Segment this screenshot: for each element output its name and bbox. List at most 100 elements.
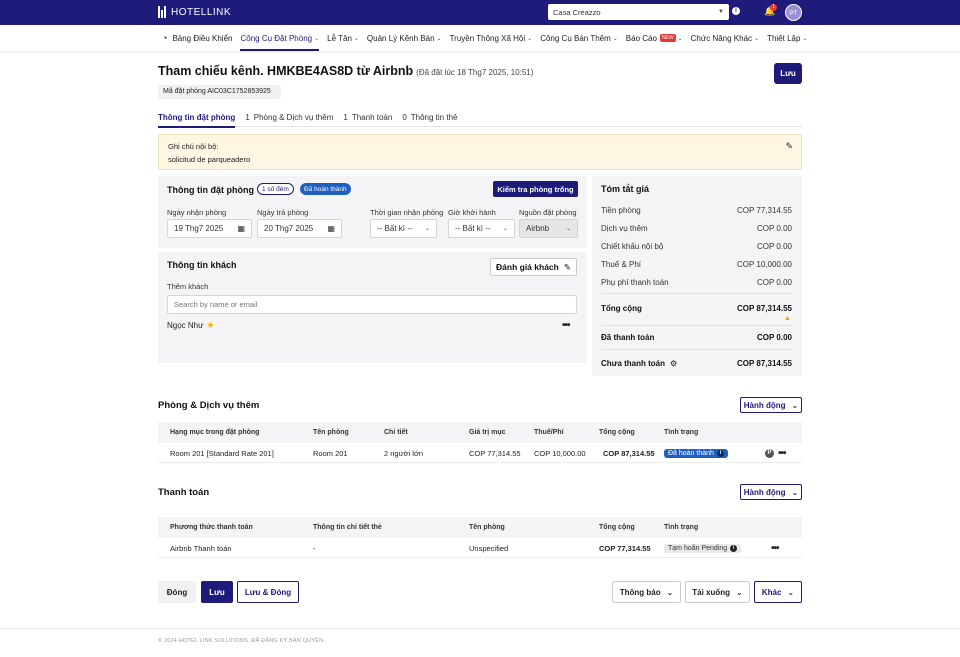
room-total: COP 87,314.55 [603,448,655,458]
price-summary-title: Tóm tắt giá [601,184,650,194]
p-icon[interactable]: P [765,448,774,458]
info-icon[interactable]: i [716,449,724,457]
tab-2[interactable]: 1 Thanh toán [343,108,392,127]
rooms-section-title: Phòng & Dịch vụ thêm [158,400,260,411]
download-button[interactable]: Tải xuống ⌄ [685,581,750,603]
info-icon[interactable]: i [730,544,738,552]
room-status: Đã hoàn thành [668,449,714,457]
rooms-action-label: Hành động [743,400,786,410]
guest-more-icon[interactable]: ••• [562,320,570,331]
payments-action-button[interactable]: Hành động ⌄ [740,484,802,500]
edit-note-icon[interactable]: ✎ [785,140,793,153]
chevron-down-icon: ▼ [718,9,724,15]
table-row[interactable]: Airbnb Thanh toán - Unspecified COP 77,3… [158,539,802,558]
paid-value: COP 0.00 [757,333,792,342]
gear-icon[interactable]: ⚙ [670,359,677,368]
hotel-select[interactable]: Casa Creazzo ▼ [548,4,729,20]
guest-search-input[interactable] [167,295,577,314]
summary-row: Dịch vụ thêm COP 0.00 [601,224,792,233]
table-row[interactable]: Room 201 [Standard Rate 201] Room 201 2 … [158,444,802,463]
source-value: Airbnb [526,224,550,233]
checkin-date-field[interactable]: 19 Thg7 2025 ▦ [167,219,252,238]
nav-items: ◔ Bảng Điều Khiển Công Cụ Đặt Phòng ⌄ Lễ Tân… [158,25,811,51]
tab-0[interactable]: Thông tin đặt phòng [158,108,236,128]
tab-label: Phòng & Dịch vụ thêm [253,113,334,122]
chevron-down-icon: ⌄ [314,35,320,42]
nav-item-0[interactable]: ◔ Bảng Điều Khiển [158,25,236,51]
warning-icon[interactable]: ▲ [784,315,791,322]
avatar[interactable]: PT [785,4,802,21]
guest-name: Ngọc Như [167,321,204,330]
summary-divider [601,325,792,326]
copyright: © 2024 HOTEL LINK SOLUTIONS. ĐÃ ĐĂNG KÝ … [158,638,325,644]
tab-count: 0 [402,113,407,122]
payment-room: Unspecified [469,543,509,553]
notify-button[interactable]: Thông báo ⌄ [612,581,681,603]
summary-row-value: COP 0.00 [757,278,792,287]
payment-more-icon[interactable]: ••• [771,539,779,557]
review-guest-button[interactable]: Đánh giá khách ✎ [490,258,577,276]
save-button-top[interactable]: Lưu [774,63,802,84]
payment-method: Airbnb Thanh toán [170,543,232,553]
payments-table-header: Phương thức thanh toán Thông tin chi tiết… [158,517,802,538]
save-button[interactable]: Lưu [201,581,233,603]
close-button[interactable]: Đóng [158,581,196,603]
payments-action-label: Hành động [743,487,786,497]
chevron-down-icon: ⌄ [802,35,808,42]
column-header: Thông tin chi tiết thẻ [313,524,382,531]
nav-item-7[interactable]: Chức Năng Khác ⌄ [687,25,763,51]
tab-label: Thanh toán [351,113,393,122]
room-more-icon[interactable]: ••• [778,444,786,462]
payment-status-cell: Tạm hoãn Pending i [664,539,742,557]
new-badge: NEW [659,34,676,42]
brand-logo[interactable]: HOTELLINK [158,6,231,18]
save-close-button[interactable]: Lưu & Đóng [237,581,299,603]
summary-paid: Đã thanh toán COP 0.00 [601,333,792,342]
guest-entry[interactable]: Ngọc Như ★ [167,320,215,331]
payment-status: Tạm hoãn Pending [668,544,728,552]
nav-item-5[interactable]: Công Cụ Bán Thêm ⌄ [536,25,622,51]
chevron-down-icon: ⌄ [677,35,683,42]
checkout-date-field[interactable]: 20 Thg7 2025 ▦ [257,219,342,238]
info-icon[interactable]: i [732,7,740,15]
booking-info-title: Thông tin đặt phòng [167,185,254,195]
nav-item-3[interactable]: Quản Lý Kênh Bán ⌄ [363,25,446,51]
dashboard-icon: ◔ [162,33,168,43]
room-value: COP 77,314.55 [469,448,521,458]
summary-row: Thuế & Phí COP 10,000.00 [601,260,792,269]
checkin-time-select[interactable]: -- Bất kì -- ⌄ [370,219,437,238]
column-header: Tên phòng [469,524,505,531]
nav-item-label: Quản Lý Kênh Bán [366,33,435,43]
tab-1[interactable]: 1 Phòng & Dịch vụ thêm [245,108,333,127]
source-select: Airbnb ⌄ [519,219,578,238]
summary-row-label: Phụ phí thanh toán [601,278,669,287]
chevron-down-icon: ⌄ [612,35,618,42]
summary-total: Tổng cộng COP 87,314.55 [601,304,792,313]
nav-item-2[interactable]: Lễ Tân ⌄ [323,25,363,51]
nav-item-8[interactable]: Thiết Lập ⌄ [763,25,811,51]
nav-item-4[interactable]: Truyền Thông Xã Hội ⌄ [446,25,537,51]
star-icon: ★ [206,320,215,330]
chevron-down-icon: ⌄ [502,226,508,232]
other-label: Khác [761,587,782,597]
chevron-down-icon: ⌄ [527,35,533,42]
summary-row-label: Chiết khấu nội bộ [601,242,664,251]
nav-item-6[interactable]: Báo Cáo NEW ⌄ [622,25,687,51]
column-header: Tổng cộng [599,429,635,436]
checkin-date-value: 19 Thg7 2025 [174,224,224,233]
checkin-label: Ngày nhận phòng [167,208,227,217]
column-header: Chi tiết [384,429,408,436]
nav-item-1[interactable]: Công Cụ Đặt Phòng ⌄ [236,25,323,51]
depart-time-select[interactable]: -- Bất kì -- ⌄ [448,219,515,238]
rooms-action-button[interactable]: Hành động ⌄ [740,397,802,413]
brand-name: HOTELLINK [171,6,232,18]
check-availability-button[interactable]: Kiểm tra phòng trống [493,181,578,197]
tab-3[interactable]: 0 Thông tin thẻ [402,108,457,127]
summary-unpaid: Chưa thanh toán ⚙ COP 87,314.55 [601,359,792,368]
payment-total: COP 77,314.55 [599,543,651,553]
summary-divider [601,293,792,294]
calendar-icon: ▦ [327,224,335,233]
tab-label: Thông tin thẻ [410,113,458,122]
other-button[interactable]: Khác ⌄ [754,581,802,603]
nav-item-label: Công Cụ Bán Thêm [540,33,611,43]
